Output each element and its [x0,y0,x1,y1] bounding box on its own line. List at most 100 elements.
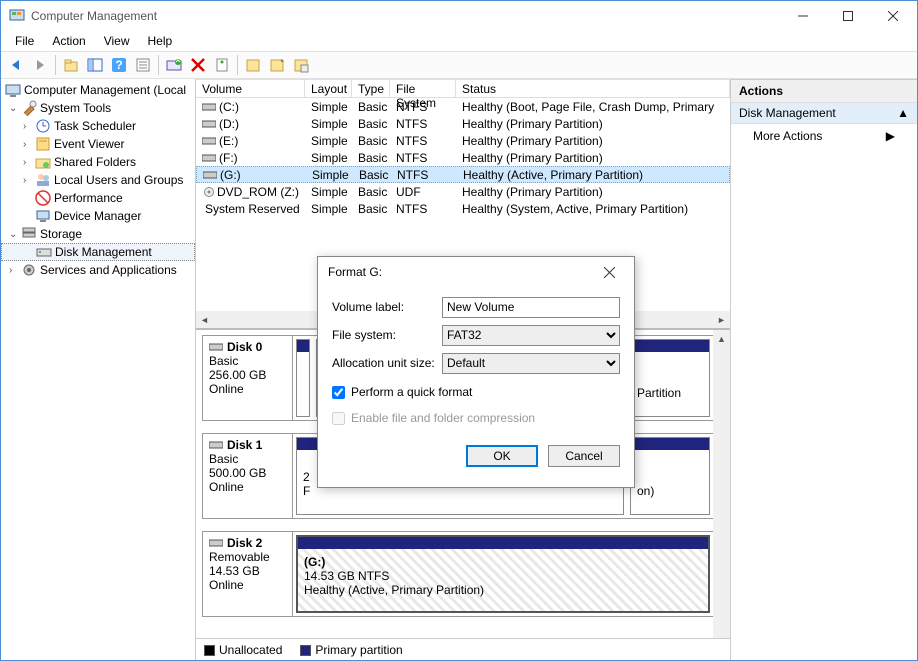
refresh-button[interactable] [163,54,185,76]
disk-mgmt-icon [36,244,52,260]
volume-row[interactable]: (E:)SimpleBasicNTFSHealthy (Primary Part… [196,132,730,149]
event-icon [35,136,51,152]
app-icon [9,8,25,24]
quick-format-checkbox[interactable] [332,386,345,399]
volume-row[interactable]: System ReservedSimpleBasicNTFSHealthy (S… [196,200,730,217]
svg-text:?: ? [115,58,122,72]
disk-0-header: Disk 0 Basic 256.00 GB Online [203,336,293,420]
expand-icon[interactable]: ⌄ [9,103,21,114]
disk-legend: Unallocated Primary partition [196,638,730,660]
allocation-unit-label: Allocation unit size: [332,356,442,370]
volume-row[interactable]: (F:)SimpleBasicNTFSHealthy (Primary Part… [196,149,730,166]
tree-event-viewer[interactable]: ›Event Viewer [1,135,195,153]
delete-button[interactable] [187,54,209,76]
scroll-left-icon[interactable]: ◄ [196,311,213,328]
col-fs[interactable]: File System [390,79,456,97]
dialog-title: Format G: [328,265,594,279]
menu-help[interactable]: Help [140,32,181,50]
volume-label-label: Volume label: [332,300,442,314]
disk-2-partition-g[interactable]: (G:)14.53 GB NTFSHealthy (Active, Primar… [296,535,710,613]
tool-button-3[interactable] [290,54,312,76]
show-hide-tree-button[interactable] [84,54,106,76]
tree-performance[interactable]: Performance [1,189,195,207]
users-icon [35,172,51,188]
up-button[interactable] [60,54,82,76]
close-button[interactable] [870,1,915,31]
compression-label: Enable file and folder compression [351,411,535,425]
disk-2-header: Disk 2 Removable 14.53 GB Online [203,532,293,616]
menubar: File Action View Help [1,31,917,51]
minimize-button[interactable] [780,1,825,31]
quick-format-label: Perform a quick format [351,385,472,399]
help-button[interactable]: ? [108,54,130,76]
dialog-titlebar[interactable]: Format G: [318,257,634,287]
actions-section[interactable]: Disk Management ▲ [731,103,917,124]
legend-unallocated-swatch [204,645,215,656]
dialog-close-button[interactable] [594,267,624,278]
volume-row[interactable]: (C:)SimpleBasicNTFSHealthy (Boot, Page F… [196,98,730,115]
tree-shared-folders[interactable]: ›Shared Folders [1,153,195,171]
expand-icon[interactable]: › [23,157,35,168]
actions-pane: Actions Disk Management ▲ More Actions ▶ [731,79,917,660]
tree-device-manager[interactable]: Device Manager [1,207,195,225]
col-volume[interactable]: Volume [196,79,305,97]
tree-disk-management[interactable]: Disk Management [1,243,195,261]
storage-icon [21,226,37,242]
file-system-select[interactable]: FAT32 [442,325,620,346]
tool-button-1[interactable] [242,54,264,76]
tree-system-tools[interactable]: ⌄System Tools [1,99,195,117]
expand-icon[interactable]: › [23,139,35,150]
services-icon [21,262,37,278]
volume-row[interactable]: (D:)SimpleBasicNTFSHealthy (Primary Part… [196,115,730,132]
volume-row[interactable]: DVD_ROM (Z:)SimpleBasicUDFHealthy (Prima… [196,183,730,200]
compression-checkbox [332,412,345,425]
properties-button[interactable] [132,54,154,76]
expand-icon[interactable]: › [23,121,35,132]
legend-primary-swatch [300,645,311,656]
device-icon [35,208,51,224]
tree-task-scheduler[interactable]: ›Task Scheduler [1,117,195,135]
disk-2-box[interactable]: Disk 2 Removable 14.53 GB Online (G:)14.… [202,531,714,617]
format-dialog: Format G: Volume label: File system: FAT… [317,256,635,488]
performance-icon [35,190,51,206]
tree-services[interactable]: ›Services and Applications [1,261,195,279]
disk-vscrollbar[interactable]: ▲ [713,330,730,638]
menu-file[interactable]: File [7,32,42,50]
volume-row[interactable]: (G:)SimpleBasicNTFSHealthy (Active, Prim… [196,166,730,183]
cancel-button[interactable]: Cancel [548,445,620,467]
volume-table-header: Volume Layout Type File System Status [196,79,730,98]
menu-action[interactable]: Action [44,32,93,50]
actions-more[interactable]: More Actions ▶ [731,124,917,148]
col-layout[interactable]: Layout [305,79,352,97]
col-type[interactable]: Type [352,79,390,97]
expand-icon[interactable]: ⌄ [9,229,21,240]
back-button[interactable] [5,54,27,76]
tree-root[interactable]: Computer Management (Local [1,81,195,99]
volume-table-body: (C:)SimpleBasicNTFSHealthy (Boot, Page F… [196,98,730,217]
disk-1-header: Disk 1 Basic 500.00 GB Online [203,434,293,518]
tools-icon [21,100,37,116]
window-titlebar: Computer Management [1,1,917,31]
settings-button[interactable] [211,54,233,76]
ok-button[interactable]: OK [466,445,538,467]
tool-button-2[interactable] [266,54,288,76]
maximize-button[interactable] [825,1,870,31]
expand-icon[interactable]: › [9,265,21,276]
computer-icon [5,82,21,98]
navigation-tree: Computer Management (Local ⌄System Tools… [1,79,196,660]
menu-view[interactable]: View [96,32,138,50]
clock-icon [35,118,51,134]
shared-folder-icon [35,154,51,170]
volume-label-input[interactable] [442,297,620,318]
actions-header: Actions [731,80,917,103]
forward-button[interactable] [29,54,51,76]
tree-storage[interactable]: ⌄Storage [1,225,195,243]
expand-icon[interactable]: › [23,175,35,186]
tree-local-users[interactable]: ›Local Users and Groups [1,171,195,189]
collapse-icon[interactable]: ▲ [897,106,909,120]
allocation-unit-select[interactable]: Default [442,353,620,374]
scroll-right-icon[interactable]: ► [713,311,730,328]
scroll-up-icon[interactable]: ▲ [713,330,730,347]
toolbar: ? [1,51,917,79]
col-status[interactable]: Status [456,79,730,97]
